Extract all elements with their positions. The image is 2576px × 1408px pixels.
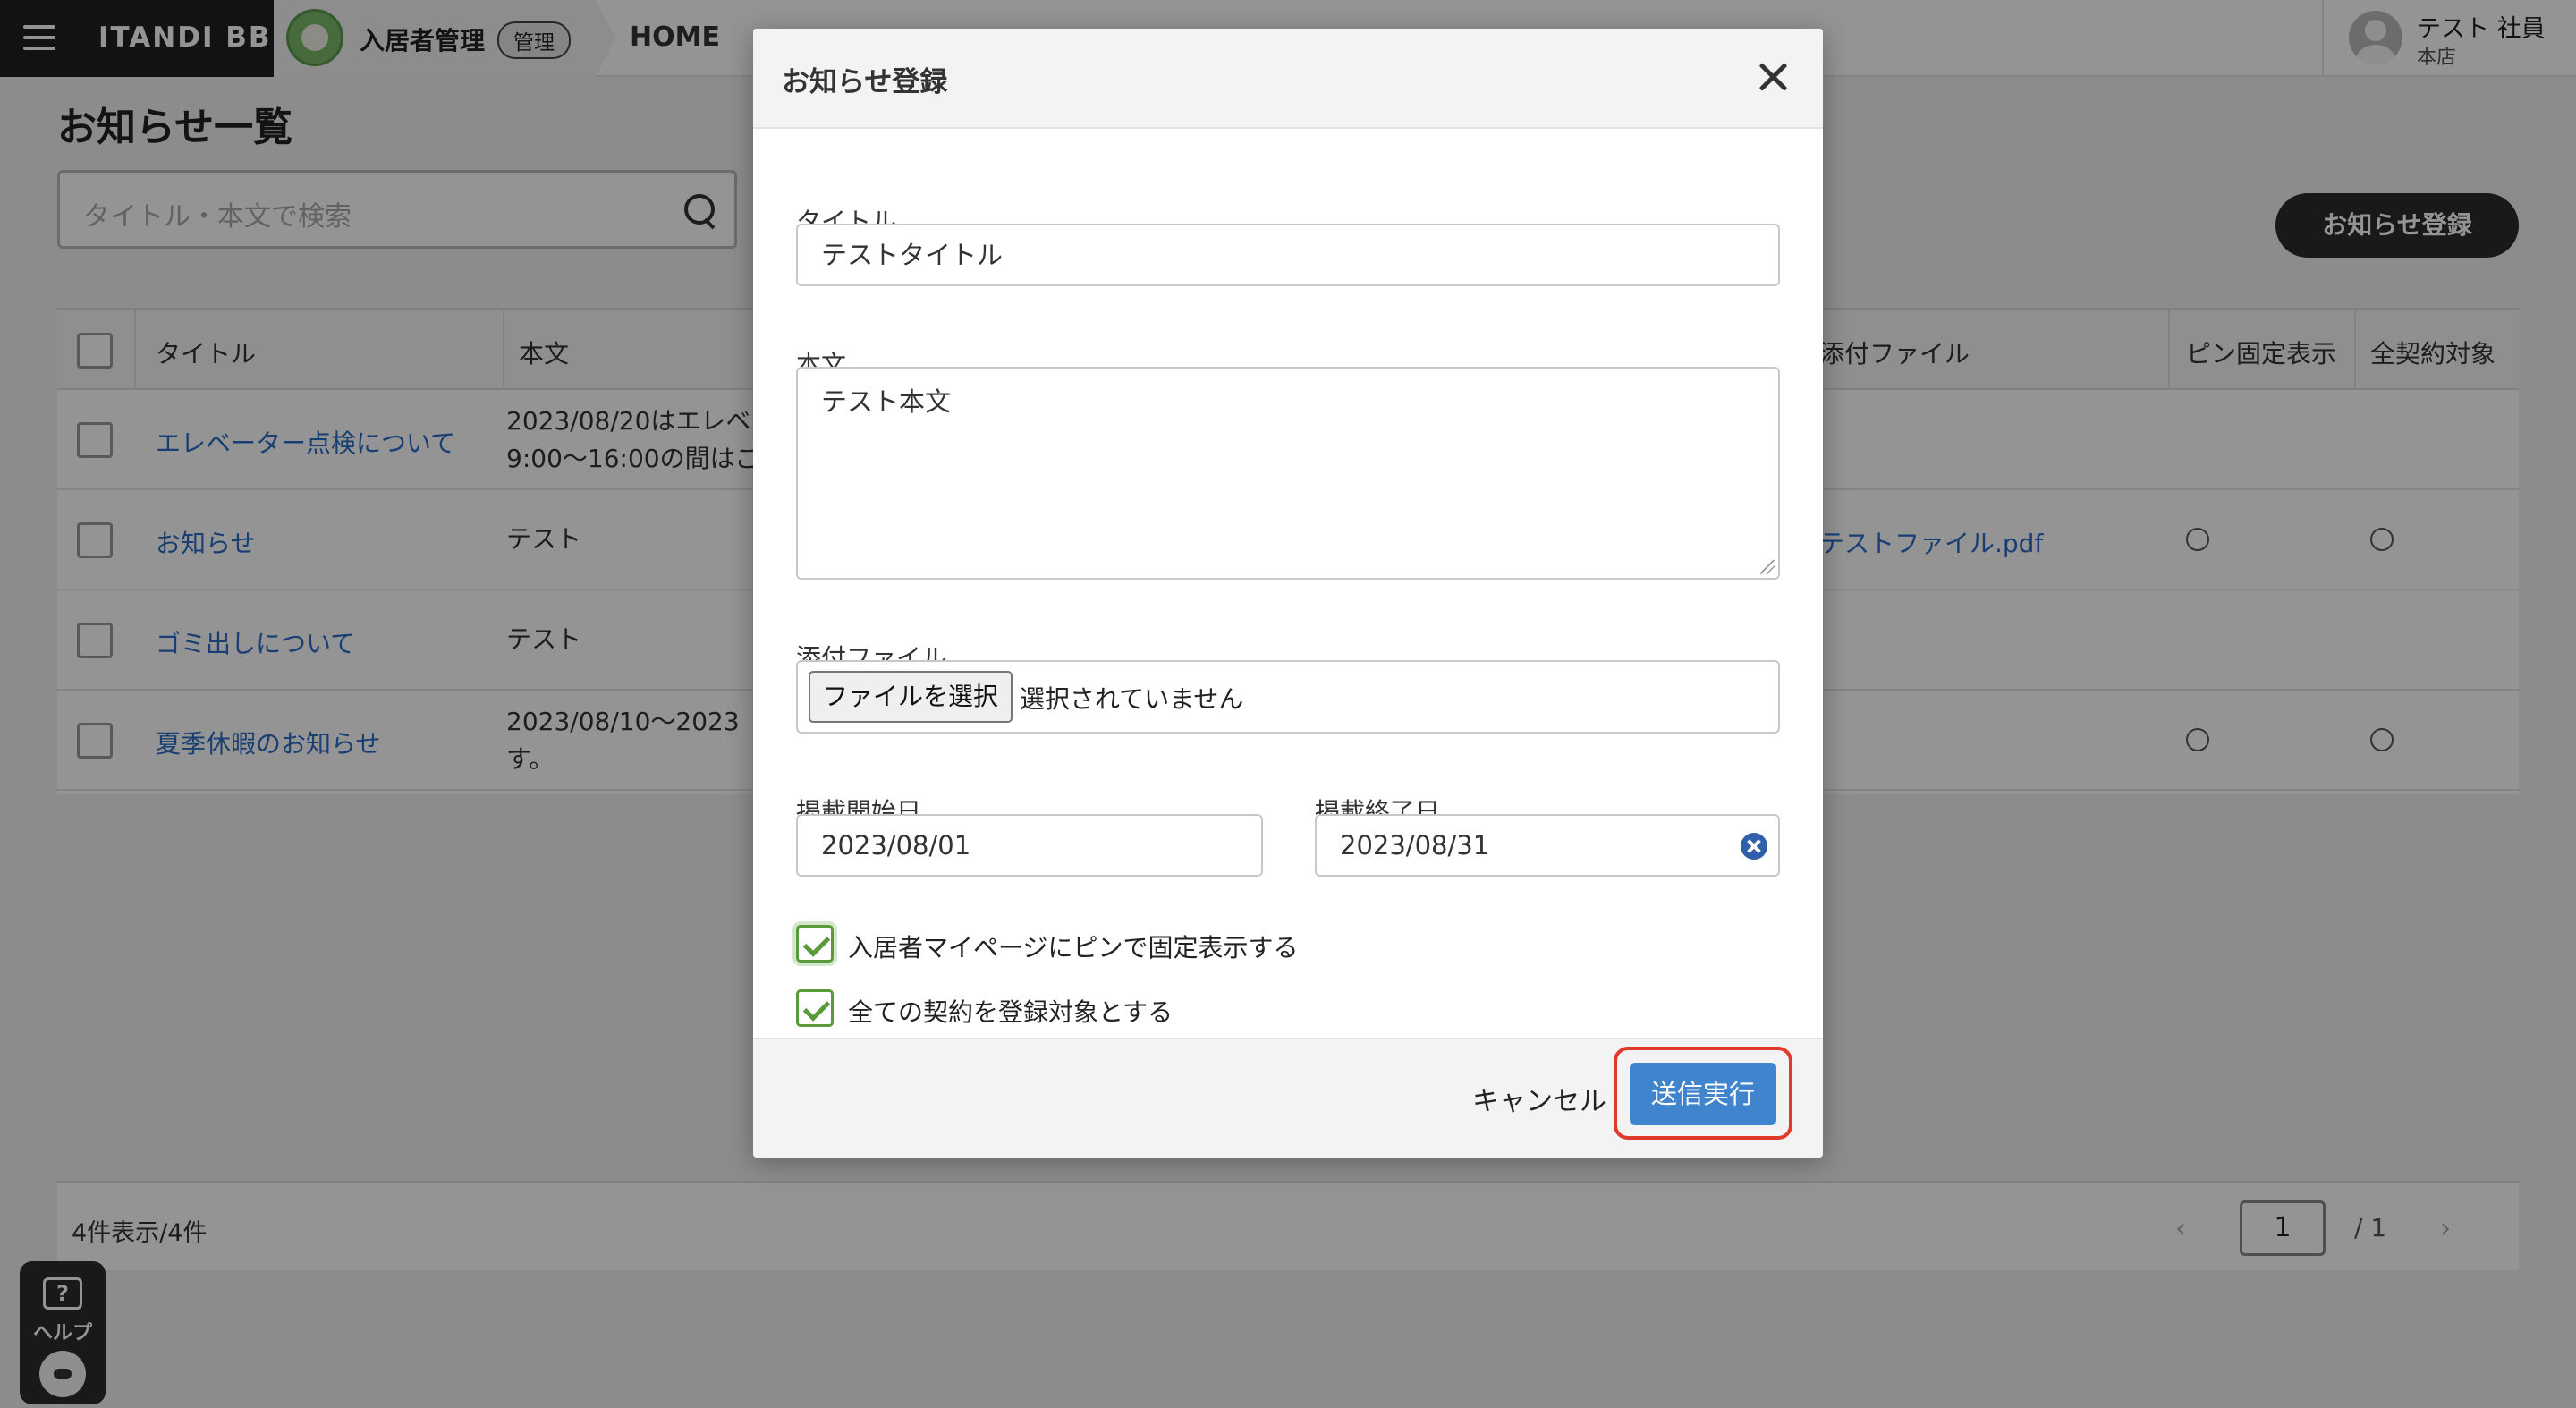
cancel-button[interactable]: キャンセル [1472, 1079, 1606, 1118]
close-icon[interactable] [1757, 61, 1789, 93]
modal-header: お知らせ登録 [753, 29, 1823, 129]
all-contracts-checkbox[interactable] [796, 989, 834, 1027]
body-textarea[interactable]: テスト本文 [796, 367, 1780, 580]
pin-checkbox[interactable] [796, 925, 834, 963]
all-contracts-checkbox-label[interactable]: 全ての契約を登録対象とする [848, 993, 1173, 1029]
notice-register-modal: お知らせ登録 タイトル テストタイトル 本文 テスト本文 添付ファイル ファイル… [753, 29, 1823, 1158]
submit-button[interactable]: 送信実行 [1630, 1063, 1776, 1125]
body-text: テスト本文 [821, 386, 952, 417]
file-status: 選択されていません [1020, 684, 1244, 714]
choose-file-button[interactable]: ファイルを選択 [809, 671, 1013, 723]
modal-title: お知らせ登録 [782, 66, 948, 98]
file-input[interactable]: ファイルを選択 選択されていません [796, 660, 1780, 734]
pin-checkbox-label[interactable]: 入居者マイページにピンで固定表示する [848, 929, 1298, 964]
modal-footer: キャンセル 送信実行 [753, 1038, 1823, 1158]
resize-handle-icon[interactable] [1760, 560, 1775, 574]
start-date-input[interactable]: 2023/08/01 [796, 814, 1263, 877]
end-date-value: 2023/08/31 [1340, 830, 1490, 861]
clear-date-icon[interactable] [1741, 833, 1767, 860]
title-input[interactable]: テストタイトル [796, 224, 1780, 286]
submit-highlight: 送信実行 [1614, 1047, 1792, 1140]
end-date-input[interactable]: 2023/08/31 [1315, 814, 1780, 877]
